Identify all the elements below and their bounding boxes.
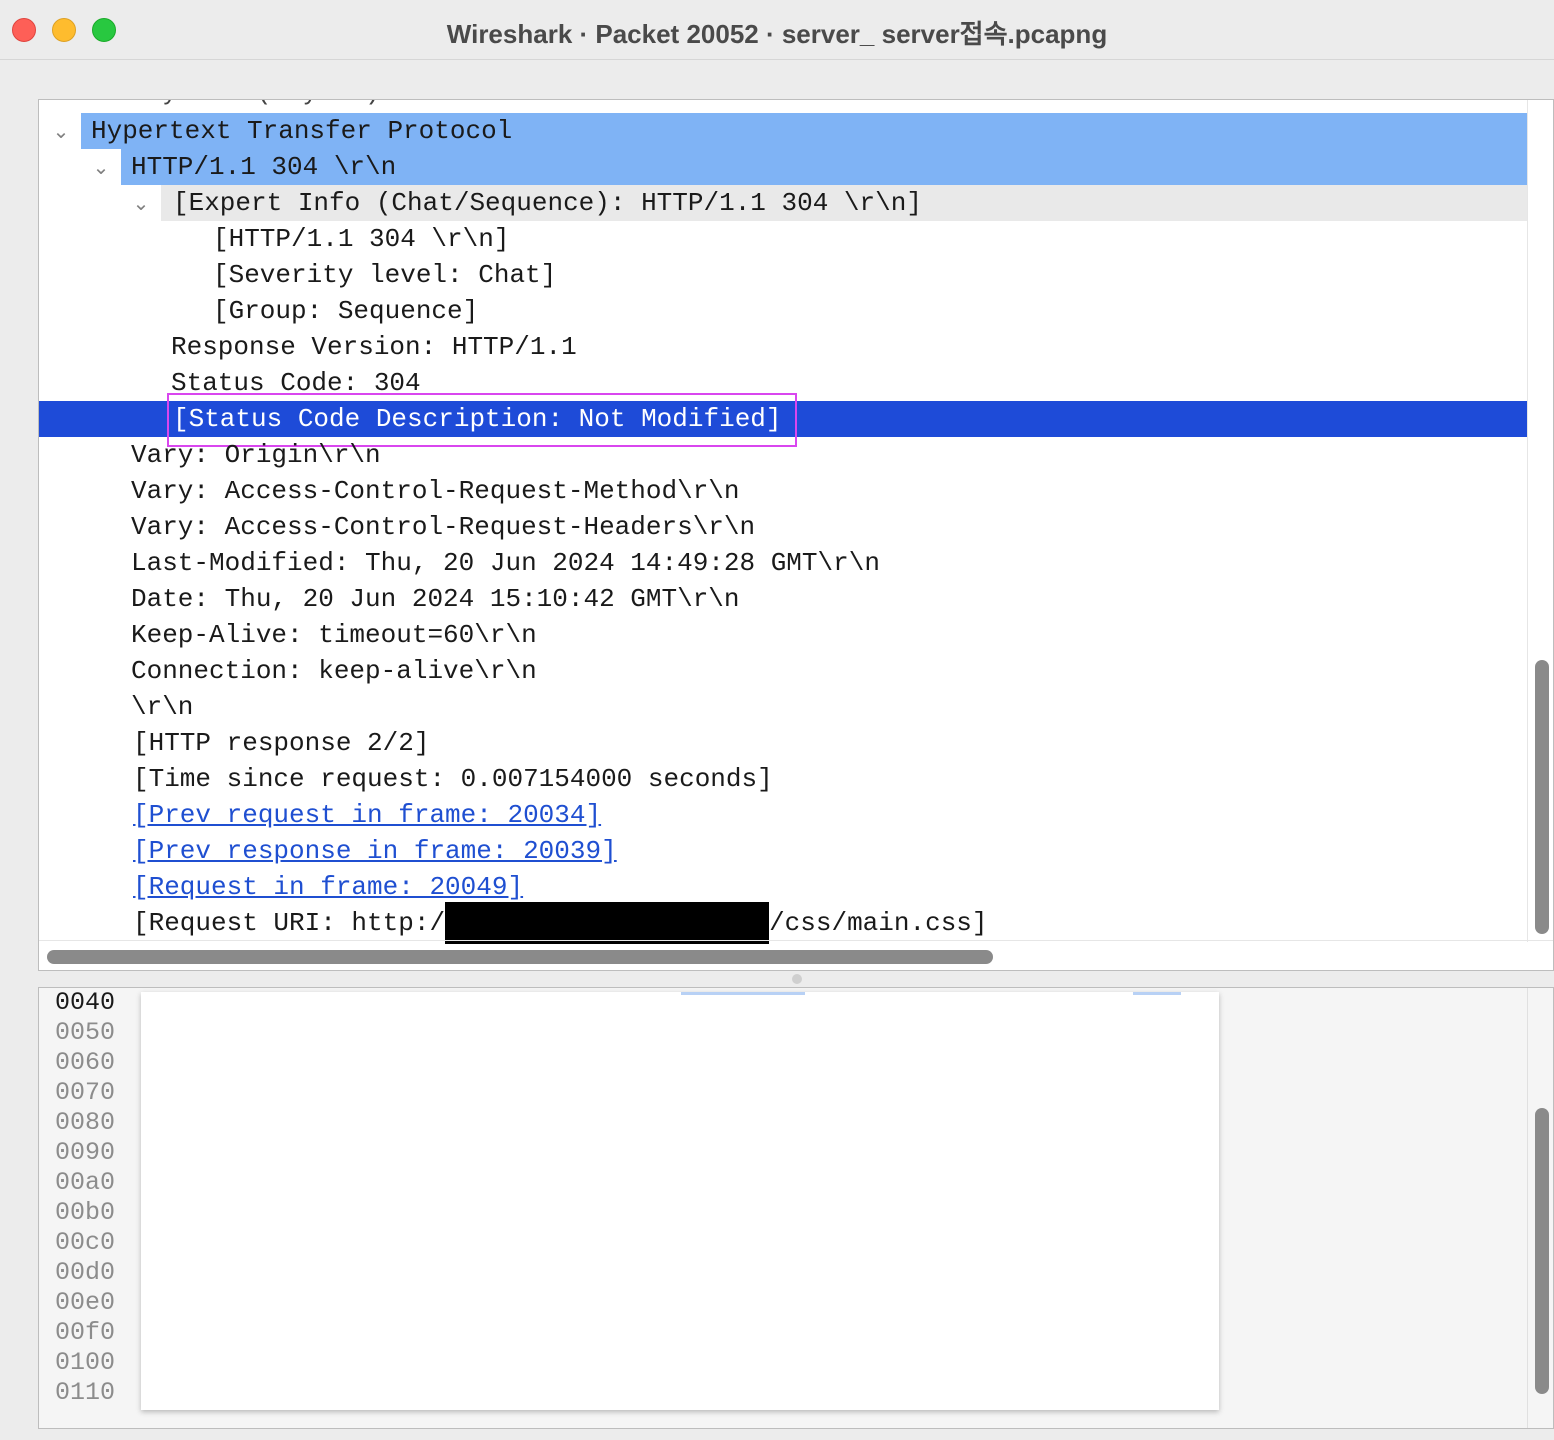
hex-offset: 00b0 — [55, 1198, 116, 1227]
hex-offset: 0070 — [55, 1078, 116, 1107]
window-title: Wireshark · Packet 20052 · server_ serve… — [446, 19, 1108, 49]
tree-row-last-modified[interactable]: Last-Modified: Thu, 20 Jun 2024 14:49:28… — [39, 545, 880, 581]
tree-row-expert-info[interactable]: ⌄ [Expert Info (Chat/Sequence): HTTP/1.1… — [39, 185, 1527, 221]
hex-vertical-scrollbar[interactable] — [1535, 1108, 1549, 1394]
redacted-block — [445, 902, 770, 944]
chevron-down-icon[interactable]: ⌄ — [129, 185, 153, 221]
tree-row-prev-response[interactable]: [Prev response in frame: 20039] — [39, 833, 617, 869]
hex-offsets-column: 0040 0050 0060 0070 0080 0090 00a0 00b0 00c0 00d0… — [55, 988, 135, 1408]
tree-row-keep-alive[interactable]: Keep-Alive: timeout=60\r\n — [39, 617, 537, 653]
hex-offset: 00d0 — [55, 1258, 116, 1287]
tree-row-clipped: Payload:(…bytes) — [39, 100, 381, 110]
tree-row-expert-http[interactable]: [HTTP/1.1 304 \r\n] — [39, 221, 509, 257]
tree-vertical-scrollbar[interactable] — [1535, 660, 1549, 934]
hex-offset: 0040 — [55, 988, 116, 1017]
hex-offset: 0060 — [55, 1048, 116, 1077]
tree-row-severity[interactable]: [Severity level: Chat] — [39, 257, 556, 293]
tree-label-http: Hypertext Transfer Protocol — [91, 116, 513, 146]
title-bar: Wireshark · Packet 20052 · server_ serve… — [0, 0, 1554, 60]
chevron-down-icon[interactable]: ⌄ — [49, 113, 73, 149]
tree-row-vary-method[interactable]: Vary: Access-Control-Request-Method\r\n — [39, 473, 740, 509]
tree-row-response-version[interactable]: Response Version: HTTP/1.1 — [39, 329, 577, 365]
tree-row-prev-request[interactable]: [Prev request in frame: 20034] — [39, 797, 601, 833]
tree-row-time-since[interactable]: [Time since request: 0.007154000 seconds… — [39, 761, 773, 797]
hex-offset: 00a0 — [55, 1168, 116, 1197]
tree-row-vary-origin[interactable]: Vary: Origin\r\n — [39, 437, 381, 473]
tree-row-request-uri[interactable]: [Request URI: http://css/main.css] — [39, 902, 988, 944]
prev-request-link[interactable]: [Prev request in frame: 20034] — [133, 797, 601, 833]
hex-bytes-area[interactable] — [141, 992, 1219, 1410]
splitter-handle[interactable] — [792, 974, 802, 984]
prev-response-link[interactable]: [Prev response in frame: 20039] — [133, 833, 617, 869]
pane-splitter[interactable] — [38, 971, 1554, 987]
tree-row-connection[interactable]: Connection: keep-alive\r\n — [39, 653, 537, 689]
hex-offset: 0050 — [55, 1018, 116, 1047]
tree-row-status-line[interactable]: ⌄ HTTP/1.1 304 \r\n — [39, 149, 1527, 185]
tree-row-status-code[interactable]: Status Code: 304 — [39, 365, 421, 401]
tree-row-http-response[interactable]: [HTTP response 2/2] — [39, 725, 429, 761]
hex-offset: 00e0 — [55, 1288, 116, 1317]
hex-offset: 0100 — [55, 1348, 116, 1377]
tree-row-request-in[interactable]: [Request in frame: 20049] — [39, 869, 523, 905]
chevron-down-icon[interactable]: ⌄ — [89, 149, 113, 185]
tree-row-crlf[interactable]: \r\n — [39, 689, 193, 725]
tree-horizontal-scrollbar[interactable] — [47, 950, 993, 964]
packet-details-tree[interactable]: Payload:(…bytes) ⌄ Hypertext Transfer Pr… — [38, 99, 1554, 971]
hex-offset: 0080 — [55, 1108, 116, 1137]
tree-row-group[interactable]: [Group: Sequence] — [39, 293, 478, 329]
tree-label-status-line: HTTP/1.1 304 \r\n — [131, 152, 397, 182]
hex-offset: 0090 — [55, 1138, 116, 1167]
hex-offset: 0110 — [55, 1378, 116, 1407]
tree-row-http[interactable]: ⌄ Hypertext Transfer Protocol — [39, 113, 1527, 149]
tree-row-date[interactable]: Date: Thu, 20 Jun 2024 15:10:42 GMT\r\n — [39, 581, 740, 617]
hex-dump-pane[interactable]: 0040 0050 0060 0070 0080 0090 00a0 00b0 00c0 00d0… — [38, 987, 1554, 1429]
request-in-frame-link[interactable]: [Request in frame: 20049] — [133, 869, 523, 905]
hex-offset: 00f0 — [55, 1318, 116, 1347]
hex-offset: 00c0 — [55, 1228, 116, 1257]
tree-row-vary-headers[interactable]: Vary: Access-Control-Request-Headers\r\n — [39, 509, 755, 545]
tree-label-expert-info: [Expert Info (Chat/Sequence): HTTP/1.1 3… — [173, 188, 922, 218]
